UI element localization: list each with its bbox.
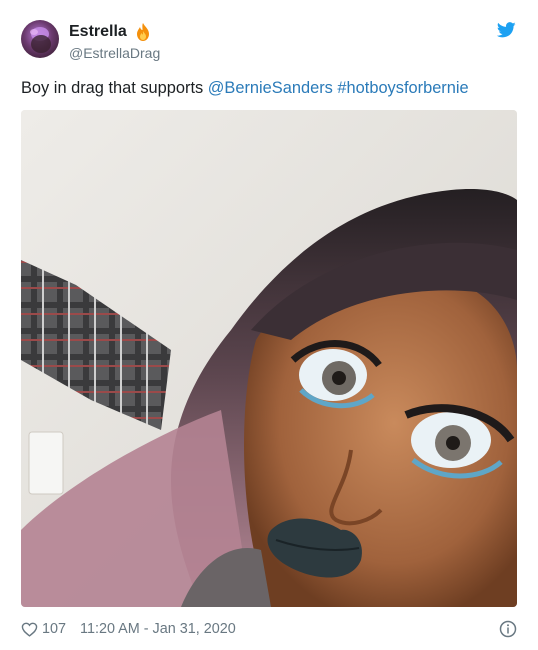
hashtag-link[interactable]: #hotboysforbernie bbox=[337, 79, 468, 97]
tweet-text: Boy in drag that supports @BernieSanders… bbox=[21, 77, 517, 99]
author-block[interactable]: Estrella @EstrellaDrag bbox=[69, 22, 160, 62]
tweet-body: Boy in drag that supports bbox=[21, 79, 208, 97]
tweet-footer: 107 11:20 AM - Jan 31, 2020 bbox=[21, 618, 517, 640]
mention-link[interactable]: @BernieSanders bbox=[208, 79, 333, 97]
timestamp[interactable]: 11:20 AM - Jan 31, 2020 bbox=[80, 621, 236, 637]
twitter-bird-icon[interactable] bbox=[497, 22, 516, 38]
display-name-row[interactable]: Estrella bbox=[69, 22, 160, 42]
tweet-card: Estrella @EstrellaDrag Boy in drag that … bbox=[0, 0, 538, 650]
avatar[interactable] bbox=[21, 20, 59, 58]
tweet-photo[interactable] bbox=[21, 110, 517, 607]
like-count[interactable]: 107 bbox=[42, 621, 66, 637]
display-name[interactable]: Estrella bbox=[69, 22, 127, 42]
handle[interactable]: @EstrellaDrag bbox=[69, 44, 160, 62]
fire-emoji-icon bbox=[136, 23, 149, 41]
heart-icon[interactable] bbox=[21, 621, 38, 638]
info-icon[interactable] bbox=[499, 620, 517, 638]
